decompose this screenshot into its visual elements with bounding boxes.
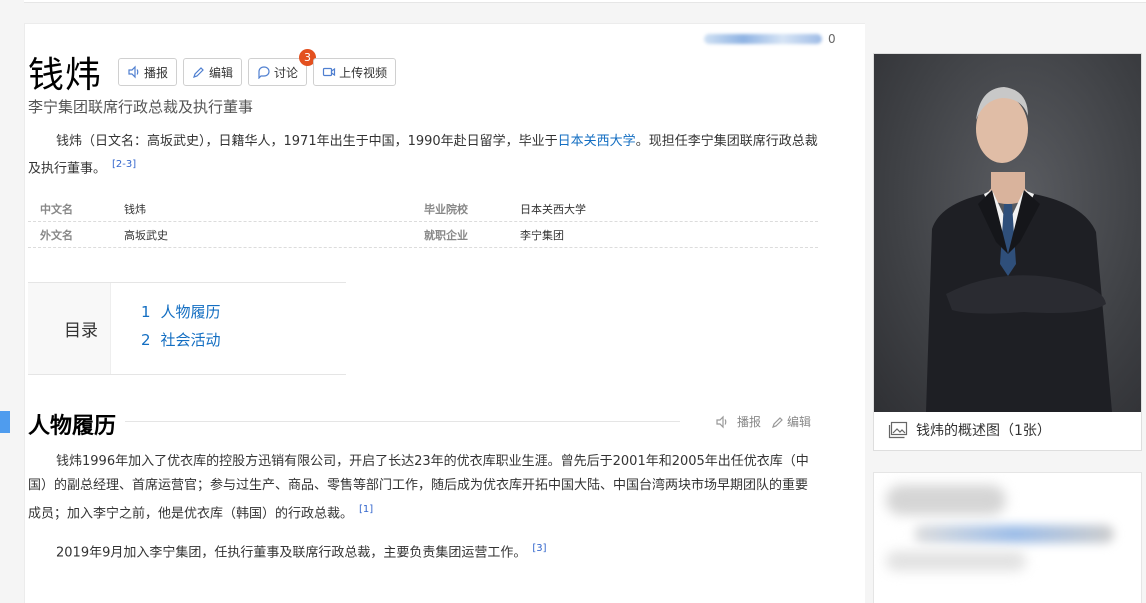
infobox-row: 外文名 高坂武史 就职企业 李宁集团	[28, 222, 818, 248]
section-title: 人物履历	[28, 414, 117, 439]
title-row: 钱炜 播报 编辑 讨论 3 上传视频	[28, 46, 402, 98]
pencil-icon	[772, 416, 783, 428]
page-subtitle: 李宁集团联席行政总裁及执行董事	[28, 98, 254, 116]
blurred-sidebar-card	[873, 472, 1142, 603]
page-title: 钱炜	[28, 55, 103, 96]
kansai-university-link[interactable]: 日本关西大学	[558, 134, 636, 149]
blurred-like-area	[704, 34, 822, 44]
summary-photo-card[interactable]: 钱炜的概述图（1张）	[873, 53, 1142, 451]
toc-item-social-activities[interactable]: 2 社会活动	[141, 327, 221, 355]
section-edit-button[interactable]: 编辑	[771, 413, 811, 430]
top-bar	[24, 0, 1146, 3]
infobox-value: 日本关西大学	[520, 202, 586, 216]
career-paragraph-2: 2019年9月加入李宁集团，任执行董事及联席行政总裁，主要负责集团运营工作。 [3…	[56, 543, 547, 561]
upload-video-button[interactable]: 上传视频	[313, 58, 397, 86]
photo-caption[interactable]: 钱炜的概述图（1张）	[888, 420, 1051, 440]
broadcast-button[interactable]: 播报	[118, 58, 178, 86]
infobox-key: 毕业院校	[424, 202, 468, 216]
edit-label: 编辑	[209, 65, 234, 80]
portrait-illustration	[926, 87, 1112, 412]
infobox-value: 高坂武史	[124, 228, 168, 242]
reference-link[interactable]: [3]	[532, 543, 546, 554]
video-camera-icon	[322, 67, 336, 77]
pencil-icon	[193, 67, 204, 78]
section-tools: 播报 编辑	[705, 413, 811, 430]
like-widget[interactable]: 0	[704, 32, 836, 46]
like-count: 0	[828, 32, 836, 46]
discuss-label: 讨论	[274, 65, 299, 80]
speaker-icon	[716, 415, 727, 428]
toc-list: 1 人物履历 2 社会活动	[111, 283, 221, 374]
toc-label: 目录	[28, 283, 111, 374]
broadcast-label: 播报	[144, 65, 169, 80]
section-accent-bar	[0, 411, 10, 433]
table-of-contents: 目录 1 人物履历 2 社会活动	[28, 282, 346, 375]
speaker-icon	[128, 65, 139, 79]
infobox-key: 中文名	[40, 202, 73, 216]
infobox-row: 中文名 钱炜 毕业院校 日本关西大学	[28, 196, 818, 222]
reference-link[interactable]: [1]	[359, 504, 373, 515]
portrait-photo[interactable]	[874, 54, 1141, 412]
upload-video-label: 上传视频	[339, 65, 388, 80]
infobox-value: 钱炜	[124, 202, 146, 216]
career-paragraph-1: 钱炜1996年加入了优衣库的控股方迅销有限公司，开启了长达23年的优衣库职业生涯…	[28, 454, 809, 522]
discuss-button[interactable]: 讨论 3	[248, 49, 317, 86]
summary-paragraph: 钱炜（日文名：高坂武史），日籍华人，1971年出生于中国，1990年赴日留学，毕…	[28, 134, 818, 177]
section-divider	[125, 421, 680, 422]
image-gallery-icon	[888, 421, 908, 439]
infobox: 中文名 钱炜 毕业院校 日本关西大学 外文名 高坂武史 就职企业 李宁集团	[28, 196, 818, 248]
edit-button[interactable]: 编辑	[183, 58, 243, 86]
infobox-key: 就职企业	[424, 228, 468, 242]
infobox-key: 外文名	[40, 228, 73, 242]
infobox-value: 李宁集团	[520, 228, 564, 242]
toc-item-career[interactable]: 1 人物履历	[141, 299, 221, 327]
section-broadcast-button[interactable]: 播报	[715, 413, 761, 430]
chat-bubble-icon	[258, 66, 270, 79]
reference-link[interactable]: [2-3]	[112, 159, 136, 170]
